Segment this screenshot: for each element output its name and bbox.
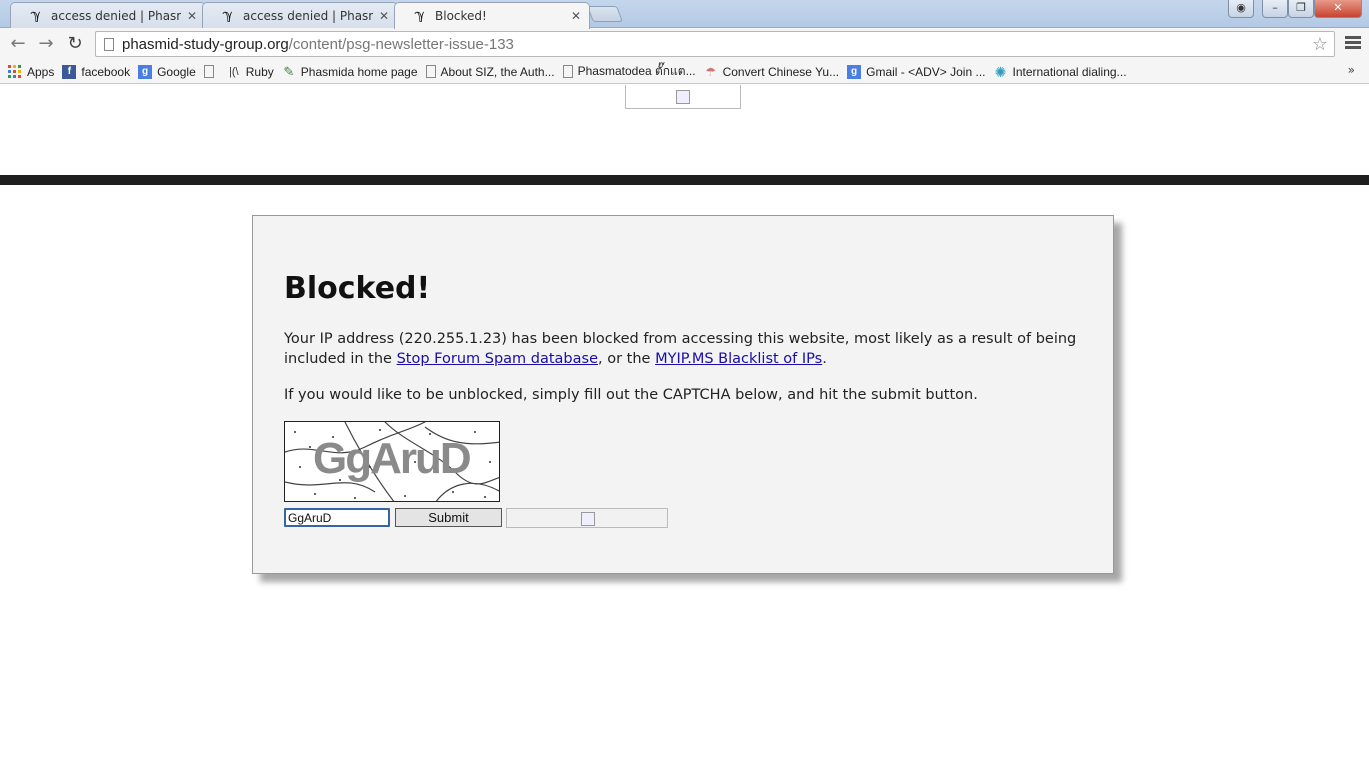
restore-button[interactable]: ❐: [1288, 0, 1314, 18]
bookmark-convert-chinese[interactable]: ☂ Convert Chinese Yu...: [704, 64, 840, 79]
bookmark-label: International dialing...: [1012, 64, 1127, 79]
page-content: Blocked! Your IP address (220.255.1.23) …: [0, 85, 1369, 769]
back-button[interactable]: ←: [8, 34, 28, 54]
bookmark-label: Apps: [27, 64, 55, 79]
user-profile-button[interactable]: ◉: [1228, 0, 1254, 18]
page-icon: [203, 65, 214, 78]
side-image: [506, 508, 668, 528]
window-close-button[interactable]: ✕: [1314, 0, 1362, 18]
captcha-text: GgAruD: [313, 434, 472, 483]
close-icon[interactable]: ✕: [571, 9, 581, 23]
tab-title: Blocked!: [435, 9, 487, 23]
new-tab-button[interactable]: [587, 6, 623, 22]
captcha-image: GgAruD: [284, 421, 500, 502]
browser-titlebar: ℽ access denied | Phasmid S ✕ ℽ access d…: [0, 0, 1369, 29]
person-icon: ◉: [1236, 1, 1246, 14]
mushroom-icon: ☂: [705, 64, 716, 79]
ruby-icon: |(\: [228, 65, 239, 78]
globe-icon: ✺: [994, 63, 1007, 80]
bookmark-phasmida-home[interactable]: ✎ Phasmida home page: [282, 63, 418, 79]
url-host: phasmid-study-group.org: [122, 35, 289, 53]
captcha-input[interactable]: [284, 508, 390, 527]
stop-forum-spam-link[interactable]: Stop Forum Spam database: [397, 351, 598, 367]
minimize-button[interactable]: –: [1262, 0, 1288, 18]
close-icon[interactable]: ✕: [379, 9, 389, 23]
bookmark-apps[interactable]: Apps: [8, 64, 55, 79]
tab-2[interactable]: ℽ access denied | Phasmid S ✕: [202, 2, 398, 28]
bookmark-label: About SIZ, the Auth...: [440, 64, 555, 79]
bookmark-ruby[interactable]: |(\ Ruby: [227, 65, 274, 79]
bookmark-gmail[interactable]: g Gmail - <ADV> Join ...: [847, 64, 986, 79]
bookmark-label: Convert Chinese Yu...: [722, 64, 840, 79]
fern-icon: ℽ: [31, 7, 41, 23]
minimize-icon: –: [1272, 1, 1278, 14]
forward-button[interactable]: →: [36, 34, 56, 54]
bookmark-facebook[interactable]: f facebook: [62, 64, 131, 79]
hamburger-icon: [1345, 36, 1361, 39]
bookmarks-bar: Apps f facebook g Google |(\ Ruby ✎ Phas…: [0, 60, 1369, 84]
bookmark-label: Google: [157, 64, 196, 79]
reload-button[interactable]: ↻: [65, 34, 85, 54]
menu-button[interactable]: [1345, 34, 1361, 54]
page-title: Blocked!: [284, 271, 431, 306]
browser-toolbar: ← → ↻ phasmid-study-group.org/content/ps…: [0, 28, 1369, 60]
facebook-icon: f: [62, 64, 77, 79]
google-icon: g: [138, 64, 153, 79]
bookmark-label: Gmail - <ADV> Join ...: [866, 64, 986, 79]
tab-3-active[interactable]: ℽ Blocked! ✕: [394, 2, 590, 29]
restore-icon: ❐: [1296, 1, 1306, 14]
myip-blacklist-link[interactable]: MYIP.MS Blacklist of IPs: [655, 351, 822, 367]
arrow-right-icon: →: [38, 33, 54, 54]
url-path: /content/psg-newsletter-issue-133: [288, 35, 514, 53]
fern-icon: ℽ: [223, 7, 233, 23]
broken-image-icon: [676, 90, 690, 104]
blocked-card: Blocked! Your IP address (220.255.1.23) …: [252, 215, 1114, 574]
bookmark-label: Ruby: [245, 64, 274, 79]
fern-icon: ℽ: [415, 8, 425, 23]
unblock-instructions: If you would like to be unblocked, simpl…: [284, 387, 978, 403]
submit-button[interactable]: Submit: [395, 508, 502, 527]
bookmark-blank[interactable]: [203, 65, 219, 78]
bookmark-about-siz[interactable]: About SIZ, the Auth...: [425, 64, 555, 79]
address-bar[interactable]: phasmid-study-group.org/content/psg-news…: [95, 31, 1335, 57]
phasmida-icon: ✎: [283, 63, 295, 79]
bookmarks-overflow-button[interactable]: »: [1348, 63, 1355, 77]
bookmark-label: facebook: [81, 64, 131, 79]
header-divider-bar: [0, 175, 1369, 185]
page-icon: [562, 65, 573, 78]
page-icon: [425, 65, 436, 78]
page-icon: [104, 37, 114, 51]
close-icon: ✕: [1333, 1, 1343, 14]
bookmark-label: Phasmatodea ตั๊กแต...: [577, 64, 696, 78]
google-icon: g: [847, 64, 862, 79]
arrow-left-icon: ←: [10, 33, 26, 54]
tab-title: access denied | Phasmid S: [243, 8, 373, 23]
close-icon[interactable]: ✕: [187, 9, 197, 23]
star-icon[interactable]: ☆: [1312, 34, 1328, 55]
reload-icon: ↻: [67, 33, 83, 54]
message-text: , or the: [598, 351, 656, 367]
bookmark-google[interactable]: g Google: [138, 64, 196, 79]
tab-title: access denied | Phasmid S: [51, 8, 181, 23]
banner-image: [625, 85, 741, 109]
broken-image-icon: [581, 512, 595, 526]
bookmark-international-dialing[interactable]: ✺ International dialing...: [993, 63, 1127, 80]
apps-grid-icon: [8, 64, 22, 79]
bookmark-label: Phasmida home page: [300, 64, 418, 79]
tab-1[interactable]: ℽ access denied | Phasmid S ✕: [10, 2, 206, 28]
bookmark-phasmatodea[interactable]: Phasmatodea ตั๊กแต...: [562, 62, 696, 81]
message-text: .: [822, 351, 827, 367]
blocked-message: Your IP address (220.255.1.23) has been …: [284, 329, 1089, 369]
